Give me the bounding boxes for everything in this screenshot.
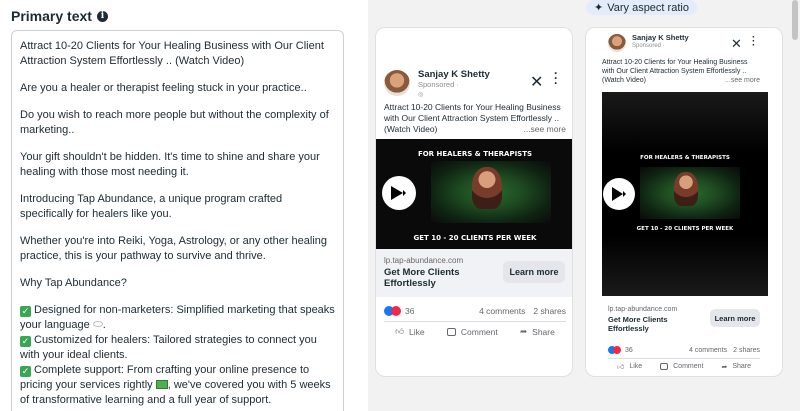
play-triangle bbox=[391, 186, 404, 200]
avatar bbox=[384, 70, 410, 96]
info-icon[interactable]: i bbox=[96, 10, 108, 22]
learn-more-button[interactable]: Learn more bbox=[710, 309, 760, 327]
divider bbox=[384, 321, 566, 322]
primary-text-panel: Primary text i Attract 10-20 Clients for… bbox=[0, 0, 356, 411]
comment-label: Comment bbox=[460, 326, 498, 337]
comment-button[interactable]: Comment bbox=[660, 362, 703, 371]
share-icon: ➦ bbox=[520, 326, 528, 336]
video-person-image bbox=[674, 172, 698, 206]
text-paragraph: Introducing Tap Abundance, a unique prog… bbox=[20, 193, 283, 220]
love-reaction-icon bbox=[391, 306, 401, 316]
video-bottom-caption: GET 10 - 20 CLIENTS PER WEEK bbox=[636, 226, 734, 232]
comment-count[interactable]: 4 comments bbox=[689, 347, 727, 354]
action-bar: 👍︎ Like Comment ➦ Share bbox=[608, 362, 760, 371]
video-person-image bbox=[472, 167, 502, 209]
sparkle-icon: ✦ bbox=[594, 2, 604, 14]
bullet-text: Customized for healers: Tailored strateg… bbox=[20, 334, 317, 361]
play-triangle bbox=[611, 187, 623, 201]
comment-button[interactable]: Comment bbox=[446, 326, 498, 337]
ad-header: Sanjay K Shetty Sponsored · ◎ bbox=[384, 70, 490, 100]
cta-domain: lp.tap-abundance.com bbox=[384, 256, 464, 265]
bullet-item: ✓ Designed for non-marketers: Simplified … bbox=[20, 304, 335, 331]
check-icon: ✓ bbox=[20, 366, 31, 377]
comment-count[interactable]: 4 comments bbox=[479, 306, 525, 316]
comment-icon bbox=[660, 363, 669, 370]
like-button[interactable]: 👍︎ Like bbox=[617, 362, 642, 371]
cta-domain: lp.tap-abundance.com bbox=[608, 306, 678, 313]
cta-box: lp.tap-abundance.com Get More Clients Ef… bbox=[376, 249, 572, 297]
text-paragraph: Do you wish to reach more people but wit… bbox=[20, 109, 329, 136]
cta-headline: Get More Clients Effortlessly bbox=[608, 315, 668, 333]
share-button[interactable]: ➦ Share bbox=[520, 326, 555, 337]
share-count[interactable]: 2 shares bbox=[733, 347, 760, 354]
comment-label: Comment bbox=[673, 363, 704, 370]
avatar bbox=[608, 34, 626, 52]
thumbs-up-icon: 👍︎ bbox=[616, 364, 625, 371]
learn-more-button[interactable]: Learn more bbox=[503, 261, 565, 283]
vary-aspect-ratio-label: Vary aspect ratio bbox=[607, 1, 689, 14]
primary-text-input[interactable]: Attract 10-20 Clients for Your Healing B… bbox=[11, 30, 344, 411]
text-paragraph: Whether you're into Reiki, Yoga, Astrolo… bbox=[20, 235, 328, 262]
cta-headline: Get More Clients Effortlessly bbox=[384, 267, 460, 289]
play-icon[interactable] bbox=[603, 178, 635, 210]
like-button[interactable]: 👍︎ Like bbox=[395, 326, 424, 337]
primary-text-header: Primary text i bbox=[11, 8, 108, 24]
share-button[interactable]: ➦ Share bbox=[721, 362, 751, 371]
vertical-ad-preview[interactable]: Sanjay K Shetty Sponsored · ✕ · · · Attrac… bbox=[585, 27, 783, 377]
money-emoji-icon bbox=[155, 380, 168, 389]
text-paragraph: Your gift shouldn't be hidden. It's time… bbox=[20, 151, 320, 178]
action-bar: 👍︎ Like Comment ➦ Share bbox=[384, 326, 566, 337]
close-icon[interactable]: ✕ bbox=[731, 36, 742, 52]
text-paragraph: Are you a healer or therapist feeling st… bbox=[20, 82, 307, 94]
more-options-icon[interactable]: · · · bbox=[752, 33, 755, 51]
bullet-item: ✓ Complete support: From crafting your on… bbox=[20, 363, 335, 408]
engagement-stats: 36 4 comments 2 shares bbox=[384, 306, 566, 316]
close-icon[interactable]: ✕ bbox=[530, 72, 543, 92]
more-options-icon[interactable]: · · · bbox=[554, 67, 558, 89]
feed-ad-preview[interactable]: Sanjay K Shetty Sponsored · ◎ ✕ · · · Attr… bbox=[375, 27, 573, 377]
love-reaction-icon bbox=[613, 346, 621, 354]
emoji-icon bbox=[92, 321, 103, 327]
comment-icon bbox=[446, 327, 456, 336]
text-paragraph: Why Tap Abundance? bbox=[20, 277, 127, 289]
reaction-count[interactable]: 36 bbox=[625, 347, 633, 354]
like-label: Like bbox=[629, 363, 643, 370]
globe-icon: ◎ bbox=[418, 92, 424, 98]
text-paragraph: Attract 10-20 Clients for Your Healing B… bbox=[20, 40, 324, 67]
check-icon: ✓ bbox=[20, 336, 31, 347]
primary-text-title: Primary text bbox=[11, 8, 92, 24]
video-top-caption: FOR HEALERS & THERAPISTS bbox=[640, 155, 730, 161]
share-label: Share bbox=[732, 363, 751, 370]
sponsored-label: Sponsored · bbox=[418, 80, 459, 89]
scrollbar-track[interactable] bbox=[789, 0, 800, 411]
ad-text: Attract 10-20 Clients for Your Healing B… bbox=[384, 102, 566, 135]
share-icon: ➦ bbox=[721, 363, 728, 371]
engagement-stats: 36 4 comments 2 shares bbox=[608, 346, 760, 354]
video-top-caption: FOR HEALERS & THERAPISTS bbox=[417, 150, 533, 158]
vary-aspect-ratio-chip[interactable]: ✦ Vary aspect ratio bbox=[586, 0, 697, 15]
bullet-text: Designed for non-marketers: Simplified m… bbox=[20, 304, 335, 331]
ad-video[interactable]: FOR HEALERS & THERAPISTS GET 10 - 20 CLI… bbox=[376, 139, 572, 249]
divider bbox=[608, 358, 760, 359]
share-label: Share bbox=[532, 326, 555, 337]
ad-text: Attract 10-20 Clients for Your Healing B… bbox=[602, 58, 760, 85]
thumbs-up-icon: 👍︎ bbox=[395, 326, 405, 336]
bullet-item: ✓ Customized for healers: Tailored strate… bbox=[20, 333, 335, 363]
reaction-count[interactable]: 36 bbox=[405, 306, 414, 316]
see-more-link[interactable]: ...see more bbox=[523, 124, 566, 135]
sponsored-label: Sponsored · bbox=[632, 43, 665, 49]
like-label: Like bbox=[409, 326, 425, 337]
video-bottom-caption: GET 10 - 20 CLIENTS PER WEEK bbox=[413, 234, 537, 242]
page-name[interactable]: Sanjay K Shetty bbox=[632, 34, 689, 42]
share-count[interactable]: 2 shares bbox=[533, 306, 566, 316]
ad-video[interactable]: FOR HEALERS & THERAPISTS GET 10 - 20 CLI… bbox=[602, 92, 768, 296]
scrollbar-thumb[interactable] bbox=[792, 0, 798, 40]
ad-header: Sanjay K Shetty Sponsored · bbox=[608, 34, 689, 52]
see-more-link[interactable]: ...see more bbox=[725, 76, 760, 85]
page-name[interactable]: Sanjay K Shetty bbox=[418, 70, 490, 80]
check-icon: ✓ bbox=[20, 306, 31, 317]
play-icon[interactable] bbox=[382, 176, 416, 210]
